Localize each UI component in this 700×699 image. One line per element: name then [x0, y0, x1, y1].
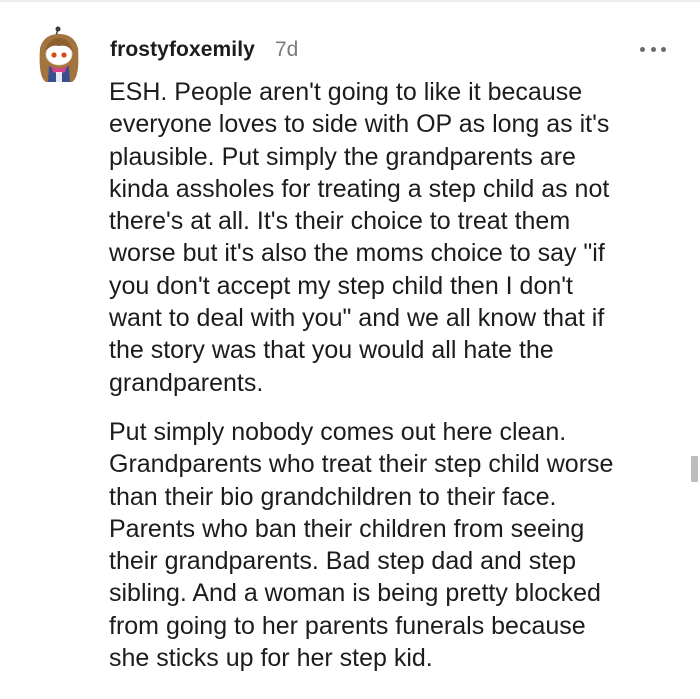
user-avatar[interactable]	[34, 26, 84, 84]
dot	[650, 46, 656, 52]
dot	[640, 46, 645, 52]
snoo-avatar-icon	[39, 26, 79, 82]
comment-paragraph: Put simply nobody comes out here clean. …	[109, 417, 614, 673]
dot	[661, 46, 666, 52]
comment-author[interactable]: frostyfoxemily	[110, 38, 255, 62]
more-options-icon[interactable]	[640, 42, 666, 56]
scrollbar-thumb[interactable]	[691, 456, 698, 482]
top-divider	[0, 0, 700, 2]
comment-paragraph: ESH. People aren't going to like it beca…	[109, 78, 610, 397]
comment-age: 7d	[275, 38, 299, 61]
comment-body: ESH. People aren't going to like it beca…	[109, 76, 689, 674]
